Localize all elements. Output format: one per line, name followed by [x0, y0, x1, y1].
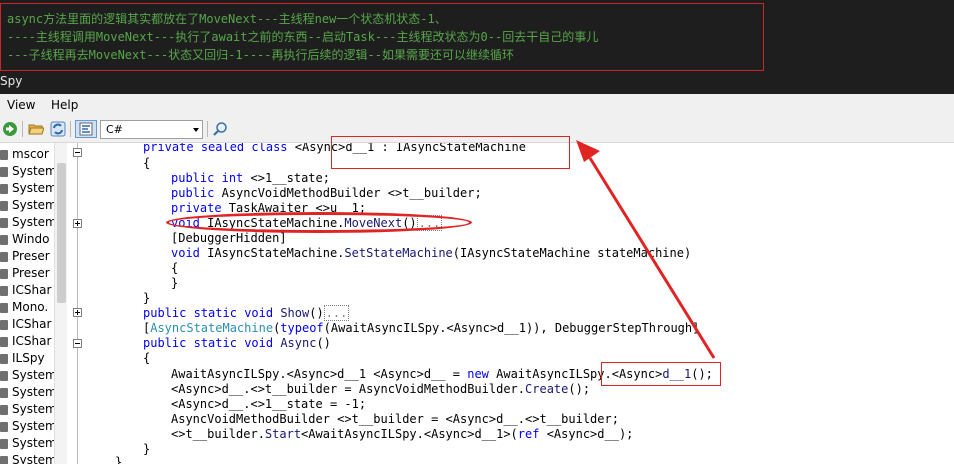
tree-item[interactable]: Preser	[0, 265, 54, 282]
tree-item[interactable]: System	[0, 401, 54, 418]
code-line: public static void Async()	[143, 336, 331, 350]
tree-item[interactable]: System	[0, 367, 54, 384]
tree-item[interactable]: System	[0, 384, 54, 401]
refresh-icon[interactable]	[49, 120, 67, 138]
code-line: <>t__builder.Start<AwaitAsyncILSpy.<Asyn…	[171, 427, 634, 441]
annotation-line-3: ---子线程再去MoveNext---状态又回归-1----再执行后续的逻辑--…	[7, 48, 514, 62]
assembly-icon	[0, 388, 8, 398]
highlight-class-box	[331, 136, 570, 169]
assembly-icon	[0, 303, 8, 313]
code-line: void IAsyncStateMachine.SetStateMachine(…	[171, 246, 692, 260]
tree-item[interactable]: System	[0, 163, 54, 180]
code-view: private sealed class <Async>d__1 : IAsyn…	[67, 143, 954, 464]
tree-item[interactable]: mscor	[0, 146, 54, 163]
code-line: }	[143, 442, 151, 456]
assembly-icon	[0, 150, 8, 160]
assembly-icon	[0, 456, 8, 464]
assembly-icon	[0, 252, 8, 262]
code-line: {	[143, 156, 151, 170]
assembly-icon	[0, 167, 8, 177]
annotation-box: async方法里面的逻辑其实都放在了MoveNext---主线程new一个状态机…	[0, 3, 764, 71]
back-icon[interactable]	[1, 120, 19, 138]
code-line: }	[171, 276, 179, 290]
assembly-icon	[0, 439, 8, 449]
tree-item[interactable]: ICShar	[0, 282, 54, 299]
tree-item[interactable]: ILSpy	[0, 350, 54, 367]
expand-icon[interactable]	[73, 308, 82, 317]
tree-item[interactable]: Windo	[0, 231, 54, 248]
open-icon[interactable]	[27, 120, 45, 138]
tree-item[interactable]: System	[0, 197, 54, 214]
assembly-icon	[0, 422, 8, 432]
menu-view[interactable]: View	[7, 98, 35, 112]
assembly-tree: mscor System System System System Windo …	[0, 143, 54, 464]
tree-item[interactable]: System	[0, 180, 54, 197]
language-select[interactable]: C#	[100, 120, 203, 139]
assembly-icon	[0, 235, 8, 245]
annotation-panel: async方法里面的逻辑其实都放在了MoveNext---主线程new一个状态机…	[0, 0, 954, 94]
tree-item[interactable]: ICShar	[0, 316, 54, 333]
assembly-icon	[0, 201, 8, 211]
toolbar-separator	[70, 121, 71, 137]
tree-item[interactable]: ICShar	[0, 333, 54, 350]
collapse-icon[interactable]	[73, 148, 82, 157]
assembly-icon	[0, 354, 8, 364]
assembly-icon	[0, 269, 8, 279]
collapsed-block[interactable]: ...	[323, 305, 350, 321]
highlight-movenext-ellipse	[166, 212, 472, 233]
highlight-new-box	[601, 362, 721, 386]
tree-item[interactable]: Mono.	[0, 299, 54, 316]
menu-help[interactable]: Help	[51, 98, 78, 112]
assembly-icon	[0, 286, 8, 296]
tree-item[interactable]: System	[0, 418, 54, 435]
decompile-icon[interactable]	[75, 120, 97, 138]
assembly-icon	[0, 320, 8, 330]
tree-item[interactable]: System	[0, 435, 54, 452]
search-icon[interactable]	[211, 120, 229, 138]
assembly-icon	[0, 371, 8, 381]
assembly-icon	[0, 184, 8, 194]
code-line: {	[143, 351, 151, 365]
tree-item[interactable]: System	[0, 214, 54, 231]
assembly-icon	[0, 218, 8, 228]
collapse-icon[interactable]	[73, 339, 82, 348]
tree-item[interactable]: System	[0, 452, 54, 464]
code-line: }	[115, 455, 123, 464]
toolbar-separator	[22, 121, 23, 137]
expand-icon[interactable]	[73, 219, 82, 228]
toolbar-separator	[207, 121, 208, 137]
window-title: Spy	[0, 74, 23, 88]
tree-scrollbar[interactable]	[54, 143, 67, 464]
chevron-down-icon	[193, 128, 199, 132]
assembly-icon	[0, 337, 8, 347]
annotation-line-1: async方法里面的逻辑其实都放在了MoveNext---主线程new一个状态机…	[7, 12, 447, 26]
menu-bar: View Help	[0, 94, 954, 116]
fold-guide	[77, 143, 78, 464]
assembly-icon	[0, 405, 8, 415]
tree-item[interactable]: Preser	[0, 248, 54, 265]
language-value: C#	[106, 123, 123, 136]
annotation-line-2: ----主线程调用MoveNext---执行了await之前的东西--启动Tas…	[7, 30, 599, 44]
scroll-thumb[interactable]	[57, 163, 66, 303]
